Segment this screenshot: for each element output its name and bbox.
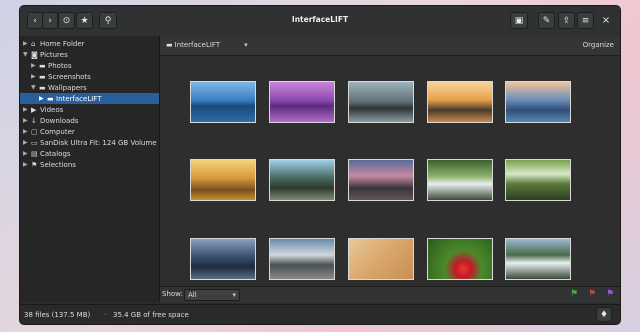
thumbnail[interactable]: [348, 238, 414, 280]
sidebar-item-label: Photos: [48, 61, 72, 70]
collapse-icon[interactable]: ▼: [23, 51, 31, 58]
thumbnail[interactable]: [505, 81, 571, 123]
folder-sidebar: ▶ ⌂ Home Folder ▼ ◙ Pictures ▶ ▬ Photos ▶ ▬ Scre…: [20, 36, 160, 302]
sidebar-item-wallpapers[interactable]: ▼ ▬ Wallpapers: [31, 82, 87, 93]
folder-icon: ▬: [39, 61, 46, 70]
sidebar-item-photos[interactable]: ▶ ▬ Photos: [31, 60, 72, 71]
sidebar-item-label: Selections: [40, 160, 76, 169]
slideshow-button[interactable]: ▣: [510, 12, 528, 29]
thumbnail[interactable]: [348, 81, 414, 123]
folder-icon: ▬: [166, 41, 173, 49]
flag-icon: ⚑: [31, 160, 38, 169]
home-icon: ⌂: [31, 39, 36, 48]
green-flag-icon[interactable]: ⚑: [570, 289, 578, 299]
expand-icon[interactable]: ▶: [23, 40, 31, 47]
thumbnail-view: ▬ InterfaceLIFT ▾ Organize: [160, 36, 620, 286]
thumbnail[interactable]: [427, 238, 493, 280]
sidebar-item-label: Videos: [40, 105, 64, 114]
folder-selector[interactable]: ▬ InterfaceLIFT ▾: [166, 41, 248, 49]
slideshow-icon: ▣: [514, 15, 524, 26]
sidebar-item-label: Catalogs: [40, 149, 71, 158]
thumbnail[interactable]: [505, 238, 571, 280]
current-folder-label: InterfaceLIFT: [174, 41, 221, 49]
file-count: 38 files (137.5 MB): [24, 311, 91, 319]
export-icon: ⇪: [562, 15, 571, 26]
sidebar-item-selections[interactable]: ▶ ⚑ Selections: [23, 159, 76, 170]
expand-icon[interactable]: ▶: [23, 106, 31, 113]
wrench-icon: ✎: [542, 15, 551, 26]
sidebar-item-videos[interactable]: ▶ ▶ Videos: [23, 104, 63, 115]
expand-icon[interactable]: ▶: [39, 95, 47, 102]
expand-icon[interactable]: ▶: [23, 117, 31, 124]
red-flag-icon[interactable]: ⚑: [588, 289, 596, 299]
menu-button[interactable]: ≡: [577, 12, 594, 29]
path-bar: ▬ InterfaceLIFT ▾ Organize: [160, 36, 620, 56]
menu-icon: ≡: [581, 15, 590, 26]
bottom-toolbar: Show: All ▾ ⚑ ⚑ ⚑: [160, 286, 620, 303]
sidebar-item-label: SanDisk Ultra Fit: 124 GB Volume: [40, 138, 157, 147]
collapse-icon[interactable]: ▼: [31, 84, 39, 91]
thumbnail[interactable]: [269, 238, 335, 280]
info-button[interactable]: ♦: [596, 307, 612, 322]
thumbnail[interactable]: [348, 159, 414, 201]
thumbnail[interactable]: [190, 159, 256, 201]
close-button[interactable]: ×: [598, 12, 614, 29]
sidebar-item-label: Computer: [40, 127, 75, 136]
expand-icon[interactable]: ▶: [23, 150, 31, 157]
sidebar-item-label: Downloads: [40, 116, 79, 125]
tools-button[interactable]: ✎: [538, 12, 555, 29]
header-bar: ‹ › ⊙ ★ ⚲ InterfaceLIFT ▣ ✎ ⇪ ≡ ×: [20, 6, 620, 37]
window-title: InterfaceLIFT: [291, 15, 349, 24]
filter-value: All: [188, 291, 197, 299]
video-icon: ▶: [31, 105, 37, 114]
thumbnail[interactable]: [190, 238, 256, 280]
expand-icon[interactable]: ▶: [23, 139, 31, 146]
sidebar-item-pictures[interactable]: ▼ ◙ Pictures: [23, 49, 68, 60]
folder-icon: ▬: [39, 83, 46, 92]
download-icon: ↓: [31, 116, 37, 125]
sidebar-item-label: Wallpapers: [48, 83, 87, 92]
thumbnail[interactable]: [269, 81, 335, 123]
lightbulb-icon: ♦: [599, 309, 609, 320]
free-space: 35.4 GB of free space: [113, 311, 189, 319]
export-button[interactable]: ⇪: [558, 12, 575, 29]
organize-button[interactable]: Organize: [583, 41, 614, 49]
sidebar-item-label: Screenshots: [48, 72, 91, 81]
browser-window: ‹ › ⊙ ★ ⚲ InterfaceLIFT ▣ ✎ ⇪ ≡ × ▶ ⌂ Home…: [20, 6, 620, 324]
thumbnail[interactable]: [269, 159, 335, 201]
expand-icon[interactable]: ▶: [31, 62, 39, 69]
thumbnail[interactable]: [427, 159, 493, 201]
show-label: Show:: [162, 290, 183, 298]
sidebar-item-sandisk[interactable]: ▶ ▭ SanDisk Ultra Fit: 124 GB Volume: [23, 137, 157, 148]
sidebar-item-catalogs[interactable]: ▶ ▤ Catalogs: [23, 148, 71, 159]
thumbnail[interactable]: [427, 81, 493, 123]
status-separator: ·: [104, 311, 107, 319]
sidebar-item-label: Home Folder: [40, 39, 85, 48]
purple-flag-icon[interactable]: ⚑: [606, 289, 614, 299]
sidebar-item-home[interactable]: ▶ ⌂ Home Folder: [23, 38, 85, 49]
sidebar-item-label: Pictures: [40, 50, 68, 59]
sidebar-item-label: InterfaceLIFT: [56, 94, 102, 103]
thumbnail[interactable]: [190, 81, 256, 123]
drive-icon: ▭: [31, 138, 38, 147]
thumbnail[interactable]: [505, 159, 571, 201]
folder-icon: ▬: [39, 72, 46, 81]
computer-icon: ▢: [31, 127, 38, 136]
show-filter-select[interactable]: All ▾: [184, 289, 240, 301]
close-icon: ×: [601, 15, 611, 26]
sidebar-item-downloads[interactable]: ▶ ↓ Downloads: [23, 115, 78, 126]
status-bar: 38 files (137.5 MB) · 35.4 GB of free sp…: [20, 304, 620, 324]
sidebar-item-screenshots[interactable]: ▶ ▬ Screenshots: [31, 71, 91, 82]
catalog-icon: ▤: [31, 149, 38, 158]
expand-icon[interactable]: ▶: [23, 128, 31, 135]
sidebar-item-computer[interactable]: ▶ ▢ Computer: [23, 126, 75, 137]
expand-icon[interactable]: ▶: [23, 161, 31, 168]
camera-icon: ◙: [31, 50, 38, 59]
sidebar-item-interfacelift[interactable]: ▶ ▬ InterfaceLIFT: [20, 93, 159, 104]
folder-icon: ▬: [47, 94, 54, 103]
expand-icon[interactable]: ▶: [31, 73, 39, 80]
chevron-down-icon: ▾: [244, 41, 248, 49]
thumbnail-grid: [160, 56, 620, 286]
chevron-down-icon: ▾: [232, 291, 236, 299]
